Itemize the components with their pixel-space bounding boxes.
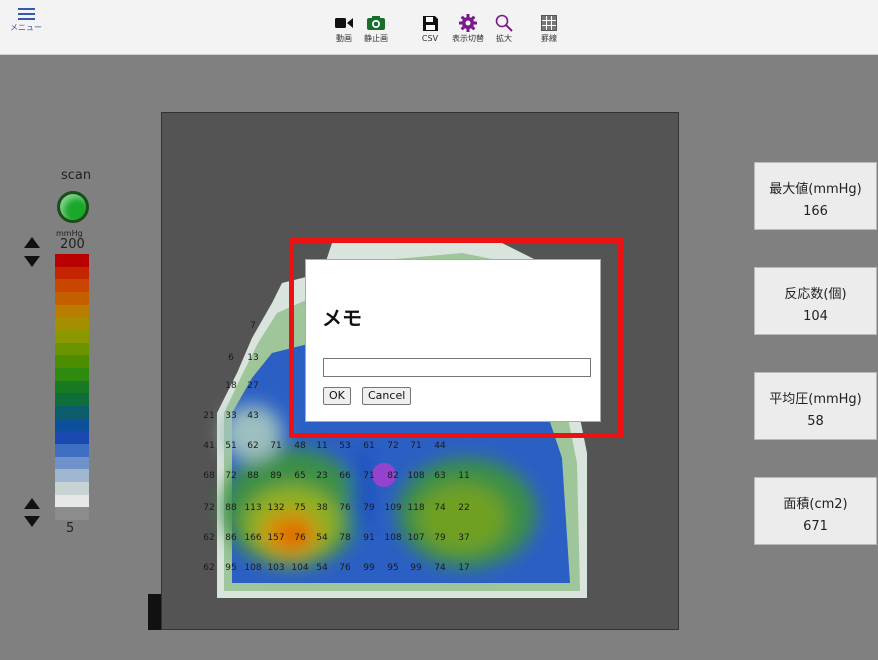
toolbar: メニュー 動画 静止画 CSV 表示切替 拡大 罫線 bbox=[0, 0, 878, 55]
scale-step bbox=[55, 342, 89, 356]
max-value: 166 bbox=[803, 204, 828, 219]
scale-step bbox=[55, 380, 89, 394]
scale-step bbox=[55, 393, 89, 407]
min-down-arrow-icon[interactable] bbox=[24, 516, 40, 527]
heatmap-value: 11 bbox=[458, 471, 470, 481]
average-pressure-title: 平均圧(mmHg) bbox=[769, 392, 862, 407]
scale-step bbox=[55, 406, 89, 420]
csv-button[interactable]: CSV bbox=[413, 12, 447, 44]
memo-dialog: メモ OK Cancel bbox=[305, 259, 601, 422]
video-label: 動画 bbox=[336, 34, 352, 43]
scale-step bbox=[55, 304, 89, 318]
heatmap-value: 17 bbox=[458, 563, 470, 573]
scale-step bbox=[55, 279, 89, 293]
reaction-count-box: 反応数(個) 104 bbox=[754, 267, 877, 335]
ok-button[interactable]: OK bbox=[323, 387, 351, 405]
max-up-arrow-icon[interactable] bbox=[24, 237, 40, 248]
scale-step bbox=[55, 469, 89, 483]
gear-icon bbox=[451, 12, 485, 34]
csv-label: CSV bbox=[421, 34, 439, 43]
cancel-button[interactable]: Cancel bbox=[362, 387, 412, 405]
max-value-title: 最大値(mmHg) bbox=[769, 182, 862, 197]
display-switch-label: 表示切替 bbox=[452, 34, 484, 43]
scale-step bbox=[55, 494, 89, 508]
scale-step bbox=[55, 330, 89, 344]
scale-step bbox=[55, 507, 89, 521]
scale-step bbox=[55, 368, 89, 382]
scan-status-indicator[interactable] bbox=[57, 191, 89, 223]
heatmap-value: 7 bbox=[250, 321, 256, 331]
still-image-button[interactable]: 静止画 bbox=[359, 12, 393, 44]
magnifier-icon bbox=[487, 12, 521, 34]
area-value: 671 bbox=[803, 519, 828, 534]
grid-lines-label: 罫線 bbox=[541, 34, 557, 43]
scale-step bbox=[55, 482, 89, 496]
menu-label: メニュー bbox=[10, 23, 42, 32]
area-box: 面積(cm2) 671 bbox=[754, 477, 877, 545]
max-down-arrow-icon[interactable] bbox=[24, 256, 40, 267]
reaction-count: 104 bbox=[803, 309, 828, 324]
menu-button[interactable]: メニュー bbox=[4, 6, 48, 33]
scan-label: scan bbox=[61, 168, 92, 183]
grid-lines-button[interactable]: 罫線 bbox=[532, 12, 566, 44]
color-scale-bar bbox=[55, 254, 89, 521]
average-pressure: 58 bbox=[807, 414, 824, 429]
video-camera-icon bbox=[327, 12, 361, 34]
reaction-count-title: 反応数(個) bbox=[784, 287, 847, 302]
save-icon bbox=[413, 12, 447, 34]
heatmap-value: 37 bbox=[458, 533, 470, 543]
scale-step bbox=[55, 317, 89, 331]
display-switch-button[interactable]: 表示切替 bbox=[451, 12, 485, 44]
zoom-label: 拡大 bbox=[496, 34, 512, 43]
scale-step bbox=[55, 431, 89, 445]
scale-step bbox=[55, 444, 89, 458]
max-value-box: 最大値(mmHg) 166 bbox=[754, 162, 877, 230]
scale-step bbox=[55, 266, 89, 280]
scale-step bbox=[55, 418, 89, 432]
heatmap-value: 43 bbox=[247, 411, 259, 421]
heatmap-value: 27 bbox=[247, 381, 259, 391]
heatmap-value: 22 bbox=[458, 503, 470, 513]
scale-max-value: 200 bbox=[60, 237, 85, 252]
heatmap-value: 44 bbox=[434, 441, 446, 451]
memo-input[interactable] bbox=[323, 358, 591, 377]
grid-icon bbox=[532, 12, 566, 34]
scale-step bbox=[55, 292, 89, 306]
average-pressure-box: 平均圧(mmHg) 58 bbox=[754, 372, 877, 440]
memo-dialog-title: メモ bbox=[322, 306, 362, 330]
min-up-arrow-icon[interactable] bbox=[24, 498, 40, 509]
area-title: 面積(cm2) bbox=[783, 497, 848, 512]
scale-step bbox=[55, 355, 89, 369]
video-button[interactable]: 動画 bbox=[327, 12, 361, 44]
canvas-marker bbox=[148, 594, 161, 630]
zoom-button[interactable]: 拡大 bbox=[487, 12, 521, 44]
scale-step bbox=[55, 254, 89, 268]
scale-min-value: 5 bbox=[66, 521, 75, 536]
camera-icon bbox=[359, 12, 393, 34]
heatmap-value: 13 bbox=[247, 353, 259, 363]
still-image-label: 静止画 bbox=[364, 34, 388, 43]
hamburger-icon bbox=[4, 6, 48, 20]
scale-step bbox=[55, 456, 89, 470]
